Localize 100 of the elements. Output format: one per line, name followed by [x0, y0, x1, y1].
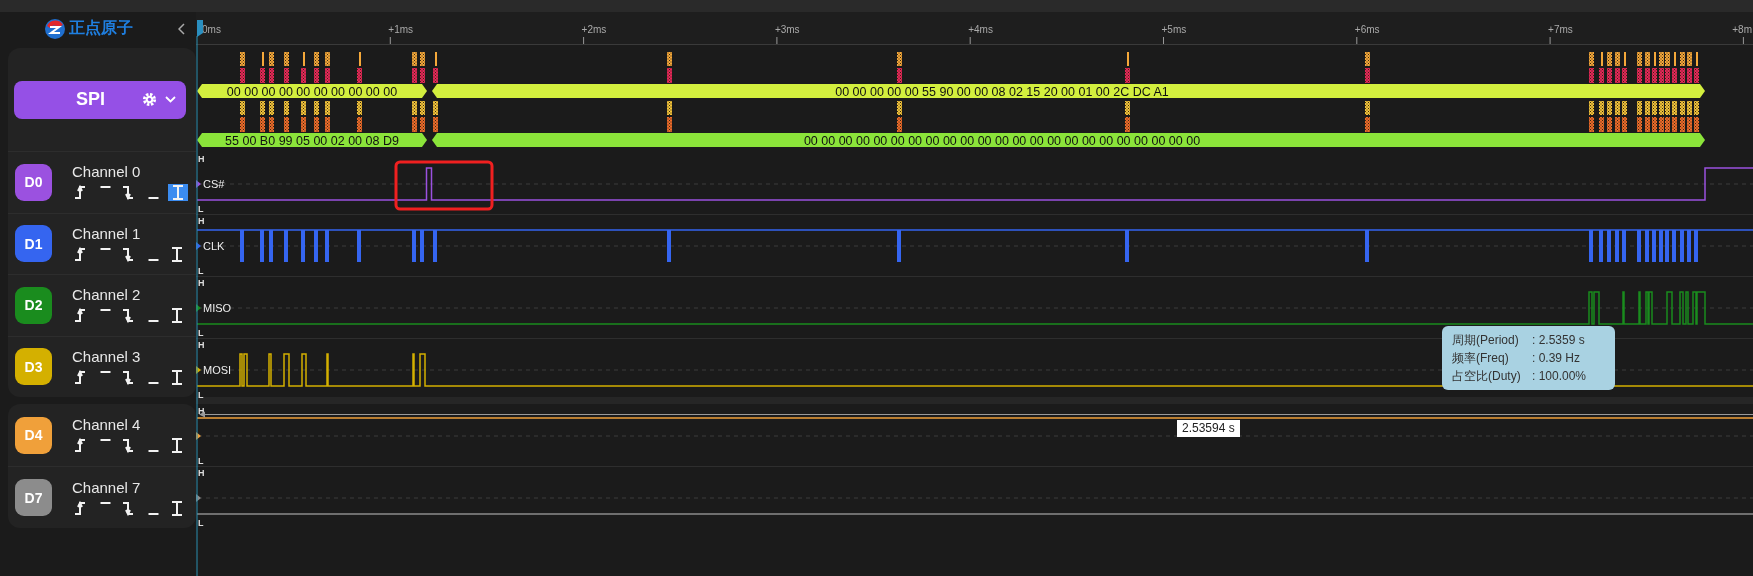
ruler-tick — [1549, 36, 1551, 45]
decode-marker — [301, 101, 306, 132]
high-level-icon — [99, 186, 111, 189]
decode-marker — [301, 52, 306, 83]
caret-icon — [165, 96, 176, 104]
level-label: L — [198, 204, 204, 214]
channel-name: Channel 0 — [72, 163, 142, 182]
any-edge-icon — [169, 245, 185, 263]
channel-marker-icon — [196, 432, 201, 440]
decode-bar: 00 00 00 00 00 00 00 00 00 00 00 00 00 00 00 00 00 00 00 00 00 00 00 — [432, 133, 1705, 148]
measure-label: 2.53594 s — [1177, 420, 1240, 437]
tooltip-value: : 100.00% — [1532, 368, 1588, 384]
channel-name: Channel 3 — [72, 347, 142, 366]
channel-marker-icon — [196, 366, 201, 374]
decode-marker — [433, 52, 438, 83]
decode-marker — [357, 101, 362, 132]
decode-marker — [1645, 52, 1650, 83]
decode-marker — [412, 101, 417, 132]
decode-marker — [420, 101, 425, 132]
decode-marker — [1607, 52, 1612, 83]
level-label: L — [198, 456, 204, 466]
decode-marker — [1672, 101, 1677, 132]
tick-label: 0ms — [202, 24, 221, 35]
ruler-tick — [1163, 36, 1164, 45]
decode-marker — [1599, 52, 1604, 83]
ruler-tick — [1742, 36, 1744, 45]
decoder-button[interactable]: SPI — [14, 80, 186, 119]
decode-marker — [240, 101, 245, 132]
decode-marker — [1125, 101, 1130, 132]
decode-marker — [1365, 101, 1370, 132]
ruler-tick — [583, 36, 585, 45]
decode-marker — [1599, 101, 1604, 132]
decode-marker — [1645, 101, 1650, 132]
decode-marker — [240, 52, 245, 83]
decode-marker — [269, 101, 274, 132]
tooltip-value: : 0.39 Hz — [1532, 350, 1582, 366]
collapse-icon[interactable] — [178, 22, 186, 35]
channel-marker-icon — [196, 304, 201, 312]
decode-marker — [1637, 101, 1642, 132]
decode-marker — [420, 52, 425, 83]
channel-name: Channel 7 — [72, 478, 142, 497]
tick-label: +4ms — [968, 24, 993, 35]
channel-badge[interactable]: D7 — [15, 479, 52, 516]
low-level-icon — [147, 197, 159, 200]
decode-marker — [1694, 101, 1699, 132]
tooltip-label: 周期(Period) — [1452, 332, 1520, 348]
tick-label: +2ms — [581, 24, 607, 35]
tooltip-label: 频率(Freq) — [1452, 350, 1510, 366]
decode-marker — [1652, 101, 1657, 132]
ruler-tick — [389, 36, 391, 45]
decode-marker — [1687, 101, 1692, 132]
decode-bar: 00 00 00 00 00 55 90 00 00 08 02 15 20 00 01 00 2C DC A1 — [432, 84, 1705, 99]
high-level-icon — [99, 501, 111, 504]
high-level-icon — [99, 309, 111, 312]
any-edge-icon — [169, 499, 185, 517]
channel-name: Channel 2 — [72, 286, 142, 305]
level-label: H — [198, 154, 205, 164]
level-label: L — [198, 390, 204, 400]
decode-marker — [1615, 52, 1620, 83]
decode-marker — [1607, 101, 1612, 132]
decode-marker — [1615, 101, 1620, 132]
decode-marker — [1687, 52, 1692, 83]
channel-marker-icon — [196, 494, 201, 502]
decode-marker — [1694, 52, 1699, 83]
ruler-tick — [776, 36, 778, 45]
level-label: H — [198, 340, 205, 350]
level-label: L — [198, 328, 204, 338]
trigger-button[interactable] — [168, 184, 188, 202]
channel-badge[interactable]: D2 — [15, 286, 52, 324]
low-level-icon — [147, 320, 159, 323]
any-edge-icon — [169, 437, 185, 454]
low-level-icon — [147, 512, 159, 515]
any-edge-icon — [169, 307, 185, 325]
decode-marker — [667, 101, 672, 132]
logo-text: 正点原子 — [69, 18, 133, 38]
decode-marker — [284, 52, 289, 83]
tick-label: +1ms — [388, 24, 414, 35]
high-level-icon — [99, 370, 111, 373]
cursor-handle[interactable] — [197, 20, 203, 37]
any-edge-icon — [170, 184, 186, 202]
logo-icon — [44, 17, 66, 40]
level-label: H — [198, 278, 205, 288]
decode-marker — [1365, 52, 1370, 83]
decode-marker — [284, 101, 289, 132]
decode-marker — [314, 52, 319, 83]
decode-marker — [1125, 52, 1130, 83]
tooltip-value: : 2.5359 s — [1532, 332, 1586, 348]
decode-marker — [897, 52, 902, 83]
signal-label: CS# — [203, 178, 225, 190]
signal-label: CLK — [203, 240, 225, 252]
ruler-tick — [969, 36, 971, 45]
low-level-icon — [147, 258, 159, 261]
channel-name: Channel 1 — [72, 224, 142, 243]
decode-marker — [433, 101, 438, 132]
channel-badge[interactable]: D1 — [15, 225, 52, 263]
tick-label: +3ms — [774, 24, 800, 35]
decode-marker — [269, 52, 274, 83]
channel-badge[interactable]: D0 — [15, 163, 52, 201]
level-label: H — [198, 216, 205, 226]
tick-label: +6ms — [1354, 24, 1380, 35]
